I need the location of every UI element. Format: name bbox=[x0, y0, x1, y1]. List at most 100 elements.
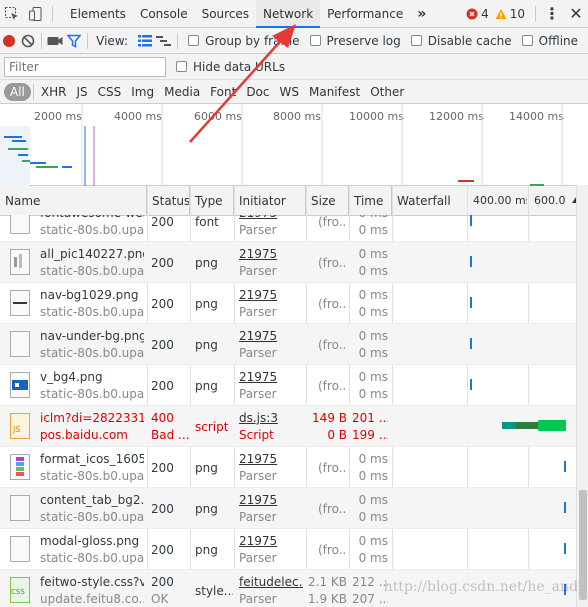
offline-checkbox[interactable]: Offline bbox=[521, 34, 578, 48]
file-type-icon bbox=[10, 290, 30, 319]
view-label: View: bbox=[96, 33, 128, 48]
checkbox-box[interactable] bbox=[410, 35, 422, 46]
waterfall-bar[interactable] bbox=[470, 256, 472, 267]
request-latency: 199 ... bbox=[352, 428, 388, 442]
column-header-initiator[interactable]: Initiator bbox=[234, 186, 306, 216]
preserve-log-checkbox[interactable]: Preserve log bbox=[309, 34, 401, 48]
request-row[interactable]: nav-under-bg.png static-80s.b0.upai... 200… bbox=[0, 324, 576, 365]
column-header-waterfall[interactable]: Waterfall bbox=[392, 186, 467, 216]
request-row[interactable]: modal-gloss.png static-80s.b0.upai... 200 p… bbox=[0, 529, 576, 570]
type-filter-css[interactable]: CSS bbox=[93, 83, 127, 101]
request-name[interactable]: nav-under-bg.png bbox=[40, 329, 144, 343]
network-overview-timeline[interactable]: 2000 ms 4000 ms 6000 ms 8000 ms 10000 ms… bbox=[0, 104, 588, 186]
filter-input[interactable] bbox=[4, 56, 166, 77]
filter-funnel-icon[interactable] bbox=[65, 28, 84, 53]
file-type-icon: JS bbox=[10, 413, 30, 442]
request-initiator-link[interactable]: 21975 bbox=[239, 329, 303, 343]
tab-performance[interactable]: Performance bbox=[320, 0, 410, 28]
checkbox-box[interactable] bbox=[176, 61, 187, 72]
scrollbar-thumb[interactable] bbox=[579, 490, 587, 600]
request-row[interactable]: fontawesome-web... static-80s.b0.upai... 2… bbox=[0, 215, 576, 242]
tab-sources[interactable]: Sources bbox=[195, 0, 256, 28]
waterfall-bar[interactable] bbox=[470, 215, 472, 226]
request-name[interactable]: format_icos_1605... bbox=[40, 452, 144, 466]
request-name[interactable]: modal-gloss.png bbox=[40, 534, 144, 548]
request-initiator-link[interactable]: 21975 bbox=[239, 534, 303, 548]
request-row[interactable]: nav-bg1029.png static-80s.b0.upai... 200 pn… bbox=[0, 283, 576, 324]
tab-console[interactable]: Console bbox=[133, 0, 195, 28]
disable-cache-checkbox[interactable]: Disable cache bbox=[410, 34, 512, 48]
request-row[interactable]: CSS feitwo-style.css?v... update.feitu8.co… bbox=[0, 570, 576, 607]
overview-waterfall-view-icon[interactable] bbox=[155, 28, 174, 53]
type-filter-other[interactable]: Other bbox=[365, 83, 409, 101]
close-devtools-icon[interactable]: ✕ bbox=[564, 0, 588, 28]
type-filter-xhr[interactable]: XHR bbox=[36, 83, 72, 101]
request-initiator-link[interactable]: 21975 bbox=[239, 493, 303, 507]
type-filter-media[interactable]: Media bbox=[159, 83, 205, 101]
request-initiator-link[interactable]: 21975 bbox=[239, 288, 303, 302]
request-name[interactable]: content_tab_bg2... bbox=[40, 493, 144, 507]
clear-icon[interactable] bbox=[19, 28, 38, 53]
request-name[interactable]: feitwo-style.css?v... bbox=[40, 575, 144, 589]
request-row[interactable]: content_tab_bg2... static-80s.b0.upai... 2… bbox=[0, 488, 576, 529]
request-initiator-link[interactable]: 21975 bbox=[239, 215, 303, 220]
file-type-icon bbox=[10, 495, 30, 524]
request-initiator-link[interactable]: feitudelec... bbox=[239, 575, 303, 589]
column-header-name[interactable]: Name bbox=[0, 186, 147, 216]
type-filter-manifest[interactable]: Manifest bbox=[304, 83, 365, 101]
request-size: (fro... bbox=[318, 215, 347, 229]
hide-data-urls-checkbox[interactable]: Hide data URLs bbox=[176, 60, 285, 74]
group-by-frame-checkbox[interactable]: Group by frame bbox=[188, 34, 300, 48]
waterfall-bar[interactable] bbox=[470, 297, 472, 308]
checkbox-box[interactable] bbox=[521, 35, 533, 46]
waterfall-bar[interactable] bbox=[502, 420, 566, 431]
type-filter-font[interactable]: Font bbox=[205, 83, 241, 101]
request-latency: 0 ms bbox=[358, 346, 388, 360]
inspect-element-icon[interactable] bbox=[0, 0, 24, 28]
device-toolbar-icon[interactable] bbox=[24, 0, 48, 28]
request-name[interactable]: iclm?di=2822331... bbox=[40, 411, 144, 425]
request-initiator-link[interactable]: 21975 bbox=[239, 370, 303, 384]
column-header-status[interactable]: Status bbox=[147, 186, 190, 216]
checkbox-box[interactable] bbox=[309, 35, 321, 46]
type-filter-js[interactable]: JS bbox=[71, 83, 92, 101]
request-time: 0 ms bbox=[358, 493, 388, 507]
error-counter[interactable]: 4 10 bbox=[466, 7, 525, 21]
type-filter-doc[interactable]: Doc bbox=[241, 83, 274, 101]
column-header-time[interactable]: Time bbox=[349, 186, 392, 216]
customize-menu-icon[interactable]: ⋮ bbox=[540, 0, 564, 28]
waterfall-bar[interactable] bbox=[470, 338, 472, 349]
request-name[interactable]: fontawesome-web... bbox=[40, 215, 144, 220]
waterfall-bar[interactable] bbox=[564, 461, 566, 472]
large-rows-view-icon[interactable] bbox=[136, 28, 155, 53]
request-name[interactable]: nav-bg1029.png bbox=[40, 288, 144, 302]
column-header-size[interactable]: Size bbox=[306, 186, 349, 216]
column-header-type[interactable]: Type bbox=[190, 186, 234, 216]
request-name[interactable]: v_bg4.png bbox=[40, 370, 144, 384]
type-filter-all[interactable]: All bbox=[4, 82, 31, 101]
request-initiator-link[interactable]: 21975 bbox=[239, 247, 303, 261]
request-initiator-link[interactable]: 21975 bbox=[239, 452, 303, 466]
request-row[interactable]: v_bg4.png static-80s.b0.upai... 200 png 2197… bbox=[0, 365, 576, 406]
type-filter-img[interactable]: Img bbox=[126, 83, 159, 101]
waterfall-bar[interactable] bbox=[564, 543, 566, 554]
screenshot-camera-icon[interactable] bbox=[46, 28, 65, 53]
request-initiator-type: Parser bbox=[239, 223, 277, 237]
request-initiator-type: Script bbox=[239, 428, 274, 442]
tab-elements[interactable]: Elements bbox=[63, 0, 133, 28]
type-filter-ws[interactable]: WS bbox=[275, 83, 304, 101]
request-table-scrollbar[interactable] bbox=[576, 185, 588, 607]
tab-network[interactable]: Network bbox=[256, 0, 321, 28]
waterfall-bar[interactable] bbox=[564, 502, 566, 513]
checkbox-box[interactable] bbox=[188, 35, 200, 46]
request-name[interactable]: all_pic140227.png bbox=[40, 247, 144, 261]
more-tabs-icon[interactable]: » bbox=[410, 0, 433, 28]
request-domain: static-80s.b0.upai... bbox=[40, 305, 144, 319]
request-row[interactable]: format_icos_1605... static-80s.b0.upai...… bbox=[0, 447, 576, 488]
waterfall-bar[interactable] bbox=[564, 584, 566, 595]
request-row[interactable]: all_pic140227.png static-80s.b0.upai... 20… bbox=[0, 242, 576, 283]
waterfall-bar[interactable] bbox=[470, 379, 472, 390]
request-initiator-link[interactable]: ds.js:3 bbox=[239, 411, 303, 425]
record-icon[interactable] bbox=[0, 28, 19, 53]
request-row[interactable]: JS iclm?di=2822331... pos.baidu.com 400 Bad … bbox=[0, 406, 576, 447]
